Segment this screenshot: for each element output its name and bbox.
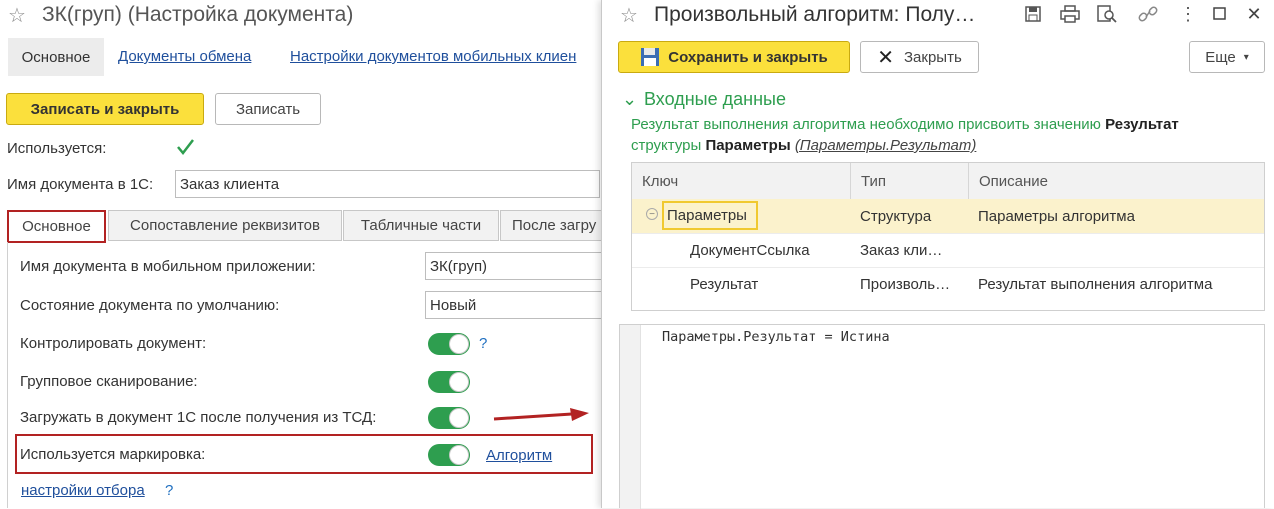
cell-type[interactable]: Структура — [850, 199, 968, 233]
minimize-icon[interactable] — [1209, 3, 1231, 25]
control-label: Контролировать документ: — [20, 335, 207, 352]
cell-key[interactable]: Параметры — [662, 201, 758, 230]
marking-label: Используется маркировка: — [20, 446, 206, 463]
close-label: Закрыть — [903, 48, 962, 66]
link-icon[interactable] — [1137, 3, 1159, 25]
save-and-close-button[interactable]: Записать и закрыть — [6, 93, 204, 125]
print-icon[interactable] — [1059, 3, 1081, 25]
collapse-node-icon[interactable]: − — [646, 208, 658, 220]
top-tab-exchange-docs[interactable]: Документы обмена — [118, 48, 251, 65]
docname-input[interactable]: Заказ клиента — [175, 170, 600, 198]
header-type[interactable]: Тип — [850, 163, 968, 199]
more-dropdown-button[interactable]: Еще ▾ — [1189, 41, 1265, 73]
tab-table-parts[interactable]: Табличные части — [343, 210, 499, 241]
favorite-star-icon[interactable]: ☆ — [8, 3, 26, 28]
cell-description[interactable]: Параметры алгоритма — [968, 199, 1264, 233]
algorithm-window: ☆ Произвольный алгоритм: Полу… ⋮ ✕ Сохра… — [601, 0, 1274, 509]
close-x-icon: ✕ — [877, 46, 894, 69]
group-scan-label: Групповое сканирование: — [20, 373, 198, 390]
more-icon[interactable]: ⋮ — [1177, 3, 1199, 25]
input-data-section-title[interactable]: Входные данные — [644, 89, 786, 110]
code-editor[interactable]: Параметры.Результат = Истина — [619, 324, 1265, 509]
window-title: ЗК(груп) (Настройка документа) — [42, 3, 354, 26]
code-line[interactable]: Параметры.Результат = Истина — [662, 329, 890, 345]
collapse-chevron-icon[interactable]: ⌄ — [622, 89, 637, 110]
dropdown-arrow-icon: ▾ — [1243, 51, 1249, 63]
preview-icon[interactable] — [1096, 3, 1118, 25]
load-after-receive-toggle[interactable] — [428, 407, 470, 429]
top-tab-mobile-settings[interactable]: Настройки документов мобильных клиен — [290, 48, 576, 65]
used-checkbox[interactable] — [175, 137, 195, 157]
parameters-table: Ключ Тип Описание − Параметры Структура … — [631, 162, 1265, 311]
tab-after-load[interactable]: После загру — [500, 210, 602, 241]
header-description[interactable]: Описание — [968, 163, 1264, 199]
header-key[interactable]: Ключ — [632, 163, 850, 199]
filter-settings-link[interactable]: настройки отбора — [21, 482, 145, 499]
mobile-name-input[interactable]: ЗК(груп) — [425, 252, 602, 280]
cell-type[interactable]: Произволь… — [850, 267, 968, 301]
save-button[interactable]: Записать — [215, 93, 321, 125]
save-and-close-button[interactable]: Сохранить и закрыть — [618, 41, 850, 73]
cell-key[interactable]: Результат — [680, 267, 850, 301]
state-label: Состояние документа по умолчанию: — [20, 297, 280, 314]
group-scan-toggle[interactable] — [428, 371, 470, 393]
floppy-disk-icon — [641, 48, 660, 66]
algorithm-link[interactable]: Алгоритм — [486, 447, 552, 464]
favorite-star-icon[interactable]: ☆ — [620, 3, 638, 28]
description-part-1: Результат выполнения алгоритма необходим… — [631, 116, 1106, 133]
mobile-name-label: Имя документа в мобильном приложении: — [20, 258, 316, 275]
filter-help-icon[interactable]: ? — [165, 482, 173, 499]
cell-description[interactable] — [968, 233, 1264, 267]
algorithm-window-title: Произвольный алгоритм: Полу… — [654, 3, 976, 26]
cell-key[interactable]: ДокументСсылка — [680, 233, 850, 267]
more-label: Еще — [1205, 48, 1236, 66]
state-select[interactable]: Новый — [425, 291, 602, 319]
description-text: Результат выполнения алгоритма необходим… — [631, 114, 1261, 156]
marking-toggle[interactable] — [428, 444, 470, 466]
description-expression: (Параметры.Результат) — [794, 137, 977, 154]
used-label: Используется: — [7, 140, 107, 157]
red-arrow-icon — [493, 408, 589, 421]
control-help-icon[interactable]: ? — [479, 335, 487, 352]
load-after-receive-label: Загружать в документ 1С после получения … — [20, 409, 377, 426]
control-toggle[interactable] — [428, 333, 470, 355]
save-and-close-label: Сохранить и закрыть — [668, 48, 828, 66]
cell-type[interactable]: Заказ кли… — [850, 233, 968, 267]
description-part-2: структуры — [631, 137, 706, 154]
close-button[interactable]: ✕ Закрыть — [860, 41, 979, 73]
cell-description[interactable]: Результат выполнения алгоритма — [968, 267, 1264, 301]
tab-attribute-mapping[interactable]: Сопоставление реквизитов — [108, 210, 342, 241]
tab-main[interactable]: Основное — [7, 210, 106, 243]
save-icon[interactable] — [1022, 3, 1044, 25]
description-bold-result: Результат — [1105, 116, 1179, 133]
top-tab-main[interactable]: Основное — [8, 38, 104, 76]
checkmark-icon — [177, 139, 194, 155]
editor-gutter — [620, 325, 641, 509]
close-icon[interactable]: ✕ — [1243, 3, 1265, 25]
description-bold-params: Параметры — [705, 137, 791, 154]
docname-label: Имя документа в 1С: — [7, 176, 154, 193]
